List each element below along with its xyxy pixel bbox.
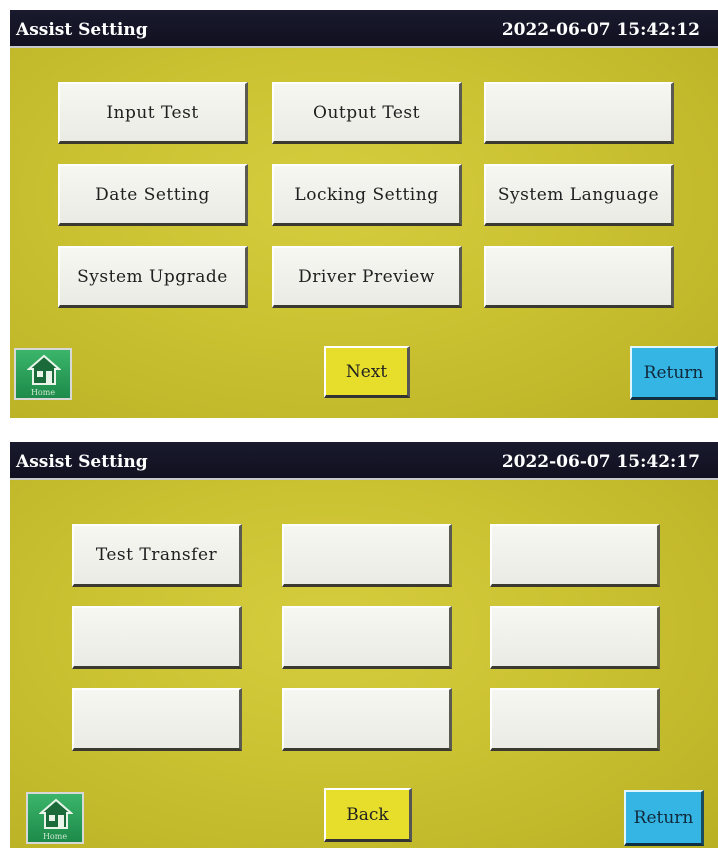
blank-button[interactable] <box>282 688 452 751</box>
assist-setting-screen-page-2: Assist Setting 2022-06-07 15:42:17 Test … <box>10 442 718 848</box>
title-bar: Assist Setting 2022-06-07 15:42:17 <box>10 442 718 480</box>
button-panel: Test Transfer Home Back Return <box>10 480 718 848</box>
blank-button[interactable] <box>282 606 452 669</box>
return-button[interactable]: Return <box>630 346 718 400</box>
datetime-display: 2022-06-07 15:42:17 <box>501 452 700 472</box>
input-test-button[interactable]: Input Test <box>58 82 248 144</box>
back-button[interactable]: Back <box>324 788 412 842</box>
blank-button[interactable] <box>490 688 660 751</box>
system-language-button[interactable]: System Language <box>484 164 674 226</box>
next-button[interactable]: Next <box>324 346 410 398</box>
home-button[interactable]: Home <box>14 348 72 400</box>
blank-button[interactable] <box>72 606 242 669</box>
blank-button[interactable] <box>490 606 660 669</box>
screen-title: Assist Setting <box>16 452 148 472</box>
title-bar: Assist Setting 2022-06-07 15:42:12 <box>10 10 718 48</box>
screen-title: Assist Setting <box>16 20 148 40</box>
blank-button[interactable] <box>484 82 674 144</box>
blank-button[interactable] <box>282 524 452 587</box>
datetime-display: 2022-06-07 15:42:12 <box>501 20 700 40</box>
test-transfer-button[interactable]: Test Transfer <box>72 524 242 587</box>
house-icon <box>27 354 61 385</box>
date-setting-button[interactable]: Date Setting <box>58 164 248 226</box>
blank-button[interactable] <box>490 524 660 587</box>
output-test-button[interactable]: Output Test <box>272 82 462 144</box>
house-icon <box>39 798 73 829</box>
locking-setting-button[interactable]: Locking Setting <box>272 164 462 226</box>
home-button[interactable]: Home <box>26 792 84 844</box>
button-panel: Input Test Output Test Date Setting Lock… <box>10 48 718 418</box>
return-button[interactable]: Return <box>624 790 704 846</box>
blank-button[interactable] <box>72 688 242 751</box>
assist-setting-screen-page-1: Assist Setting 2022-06-07 15:42:12 Input… <box>10 10 718 418</box>
system-upgrade-button[interactable]: System Upgrade <box>58 246 248 308</box>
blank-button[interactable] <box>484 246 674 308</box>
home-label: Home <box>42 832 68 841</box>
home-label: Home <box>30 388 56 397</box>
driver-preview-button[interactable]: Driver Preview <box>272 246 462 308</box>
